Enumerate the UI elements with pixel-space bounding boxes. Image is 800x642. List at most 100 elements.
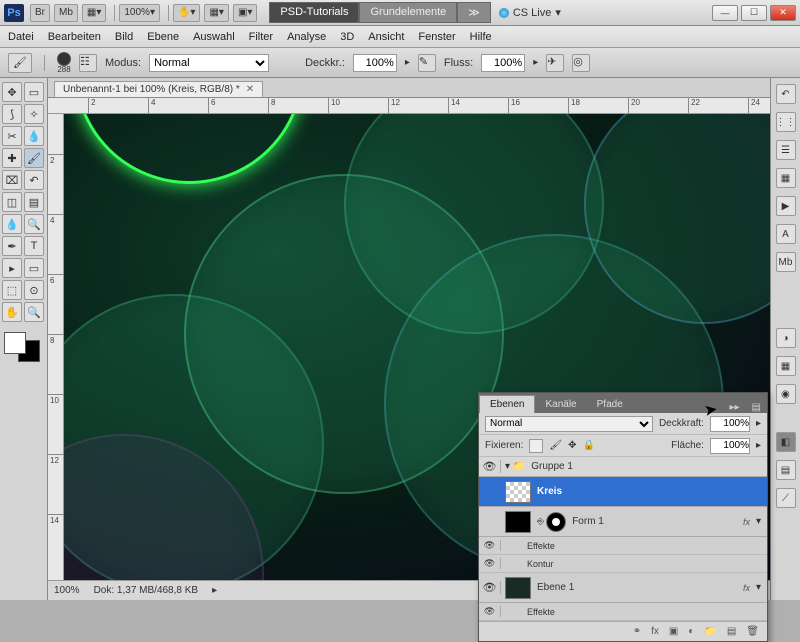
fx-effekte[interactable]: 👁Effekte [479,537,767,555]
menu-ebene[interactable]: Ebene [147,31,179,43]
close-tab-icon[interactable]: ✕ [246,84,254,95]
workspace-more[interactable]: ≫ [457,2,491,23]
move-tool[interactable]: ✥ [2,82,22,102]
dodge-tool[interactable]: 🔍 [24,214,44,234]
bridge-button[interactable]: Br [30,4,50,22]
lock-position-icon[interactable]: ✥ [568,440,576,451]
dock-mb-icon[interactable]: Mb [776,252,796,272]
layer-mask-icon[interactable]: ▣ [669,626,678,637]
visibility-toggle[interactable]: 👁 [479,460,501,473]
menu-ansicht[interactable]: Ansicht [368,31,404,43]
visibility-toggle[interactable]: 👁 [479,581,501,594]
cs-live-button[interactable]: CS Live ▾ [499,6,561,19]
layer-opacity-input[interactable] [710,416,750,432]
lock-pixels-icon[interactable]: 🖌 [549,440,562,451]
hand-tool-shortcut[interactable]: ✋▾ [173,4,200,22]
color-swatches[interactable] [2,330,42,364]
layer-thumbnail[interactable] [505,511,531,533]
document-tab[interactable]: Unbenannt-1 bei 100% (Kreis, RGB/8) *✕ [54,81,263,97]
marquee-tool[interactable]: ▭ [24,82,44,102]
layer-thumbnail[interactable] [505,481,531,503]
menu-bearbeiten[interactable]: Bearbeiten [48,31,101,43]
path-select-tool[interactable]: ▸ [2,258,22,278]
panel-collapse-icon[interactable]: ▸▸ [724,402,746,413]
opacity-input[interactable] [353,54,397,72]
layer-kreis[interactable]: Kreis [479,477,767,507]
dock-properties-icon[interactable]: ☰ [776,140,796,160]
new-layer-icon[interactable]: ▤ [727,626,736,637]
brush-preset-picker[interactable]: 288 [57,52,71,74]
dock-color-icon[interactable]: ◑ [776,328,796,348]
minimize-button[interactable]: — [712,5,738,21]
tab-pfade[interactable]: Pfade [587,396,633,413]
dock-layers-icon[interactable]: ◧ [776,432,796,452]
zoom-tool[interactable]: 🔍 [24,302,44,322]
healing-brush-tool[interactable]: ✚ [2,148,22,168]
dock-swatches-icon[interactable]: ▦ [776,356,796,376]
blur-tool[interactable]: 💧 [2,214,22,234]
vector-mask-thumbnail[interactable] [546,512,566,532]
dock-actions-icon[interactable]: ⋮⋮ [776,112,796,132]
type-tool[interactable]: T [24,236,44,256]
menu-filter[interactable]: Filter [249,31,273,43]
screen-mode-button[interactable]: ▣▾ [233,4,257,22]
fx-kontur[interactable]: 👁Kontur [479,555,767,573]
minibridge-button[interactable]: Mb [54,4,78,22]
maximize-button[interactable]: ☐ [741,5,767,21]
shape-tool[interactable]: ▭ [24,258,44,278]
arrange-docs-button[interactable]: ▦▾ [204,4,228,22]
dock-paths-icon[interactable]: ⟋ [776,488,796,508]
current-tool-icon[interactable]: 🖌 [8,53,32,73]
menu-bild[interactable]: Bild [115,31,133,43]
layer-ebene1[interactable]: 👁 Ebene 1 fx▾ [479,573,767,603]
status-zoom[interactable]: 100% [54,585,80,596]
adjustment-layer-icon[interactable]: ◐ [688,626,694,637]
hand-tool[interactable]: ✋ [2,302,22,322]
dock-channels-icon[interactable]: ▤ [776,460,796,480]
new-group-icon[interactable]: 📁 [704,626,716,637]
lasso-tool[interactable]: ⟆ [2,104,22,124]
layer-style-icon[interactable]: fx [651,626,659,637]
eraser-tool[interactable]: ◫ [2,192,22,212]
view-extras-button[interactable]: ▦▾ [82,4,106,22]
pen-tool[interactable]: ✒ [2,236,22,256]
delete-layer-icon[interactable]: 🗑 [746,626,759,637]
workspace-tab-grundelemente[interactable]: Grundelemente [359,2,457,23]
3d-camera-tool[interactable]: ⊙ [24,280,44,300]
eyedropper-tool[interactable]: 💧 [24,126,44,146]
menu-fenster[interactable]: Fenster [418,31,455,43]
fill-input[interactable] [710,438,750,454]
close-button[interactable]: ✕ [770,5,796,21]
dock-play-icon[interactable]: ▶ [776,196,796,216]
layers-panel[interactable]: Ebenen Kanäle Pfade ▸▸ ▤ Normal Deckkraf… [478,392,768,642]
tab-kanaele[interactable]: Kanäle [535,396,586,413]
tablet-pressure-icon[interactable]: ◎ [572,54,590,72]
lock-transparent-icon[interactable] [529,439,543,453]
gradient-tool[interactable]: ▤ [24,192,44,212]
fx-effekte-2[interactable]: 👁Effekte [479,603,767,621]
menu-datei[interactable]: Datei [8,31,34,43]
status-doc-size[interactable]: Dok: 1,37 MB/468,8 KB [94,585,199,596]
opacity-pressure-icon[interactable]: ✎ [418,54,436,72]
blend-mode-select[interactable]: Normal [149,54,269,72]
menu-auswahl[interactable]: Auswahl [193,31,235,43]
zoom-level-dropdown[interactable]: 100% ▾ [119,4,160,22]
dock-styles-icon[interactable]: ◉ [776,384,796,404]
brush-tool[interactable]: 🖌 [24,148,44,168]
flow-arrow[interactable]: ▸ [533,57,538,68]
tab-ebenen[interactable]: Ebenen [479,395,535,413]
menu-analyse[interactable]: Analyse [287,31,326,43]
flow-input[interactable] [481,54,525,72]
panel-menu-icon[interactable]: ▤ [746,402,767,413]
crop-tool[interactable]: ✂ [2,126,22,146]
magic-wand-tool[interactable]: ✧ [24,104,44,124]
clone-stamp-tool[interactable]: ⌧ [2,170,22,190]
layer-thumbnail[interactable] [505,577,531,599]
layer-blend-select[interactable]: Normal [485,416,653,432]
3d-tool[interactable]: ⬚ [2,280,22,300]
history-brush-tool[interactable]: ↶ [24,170,44,190]
dock-character-icon[interactable]: A [776,224,796,244]
airbrush-icon[interactable]: ✈ [546,54,564,72]
menu-3d[interactable]: 3D [340,31,354,43]
lock-all-icon[interactable]: 🔒 [582,440,594,451]
